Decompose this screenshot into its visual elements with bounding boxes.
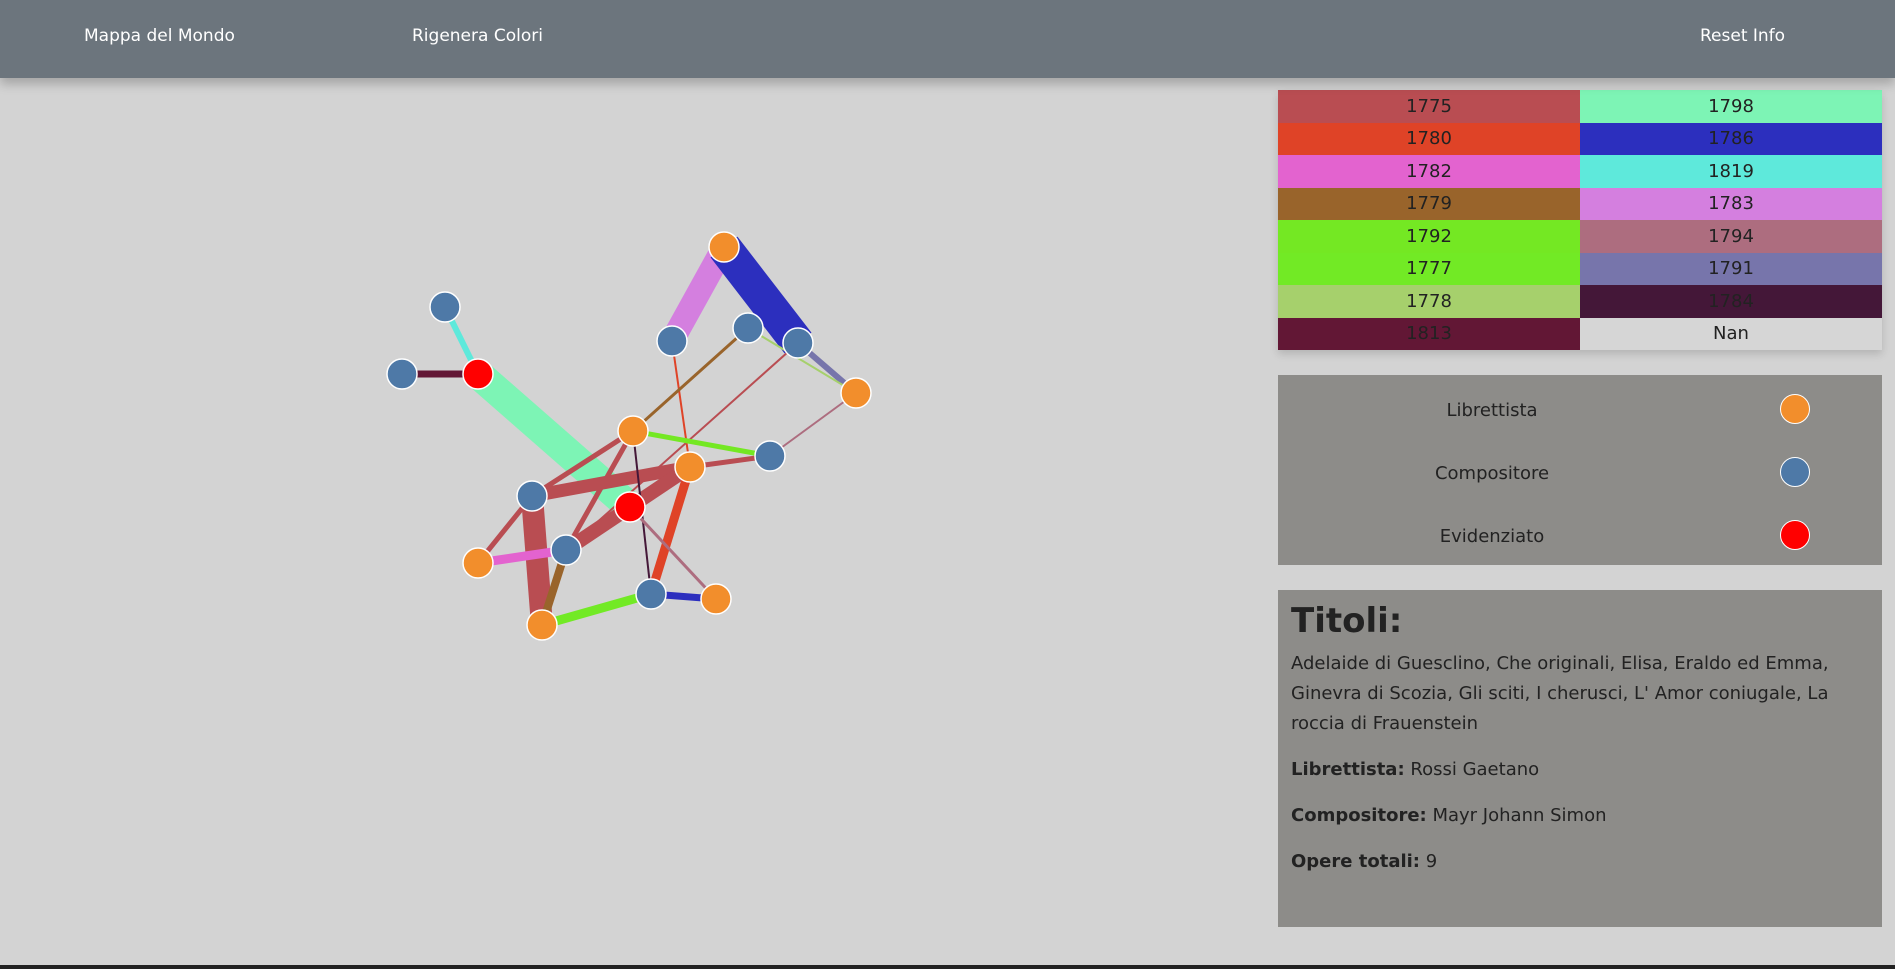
bottom-border	[0, 965, 1895, 969]
info-titles: Adelaide di Guesclino, Che originali, El…	[1291, 653, 1829, 735]
opere-label: Opere totali:	[1291, 851, 1421, 873]
graph-link	[540, 589, 653, 630]
graph-node-evidenziato[interactable]	[614, 491, 646, 523]
year-cell: 1780	[1278, 122, 1580, 155]
graph-node-librettista[interactable]	[617, 415, 649, 447]
year-row: 1782 1819	[1278, 155, 1882, 188]
librettista-value: Rossi Gaetano	[1410, 759, 1540, 781]
graph-node-compositore[interactable]	[754, 440, 786, 472]
graph-node-librettista[interactable]	[708, 231, 740, 263]
info-opere: Opere totali: 9	[1291, 847, 1869, 877]
year-cell: 1791	[1580, 252, 1882, 285]
graph-node-librettista[interactable]	[462, 547, 494, 579]
year-row: 1780 1786	[1278, 122, 1882, 155]
year-row: 1813 Nan	[1278, 317, 1882, 350]
year-row: 1792 1794	[1278, 220, 1882, 253]
year-cell: 1786	[1580, 122, 1882, 155]
graph-node-evidenziato[interactable]	[462, 358, 494, 390]
legend-row-librettista: Librettista	[1278, 390, 1882, 430]
year-cell: 1798	[1580, 90, 1882, 123]
evidenziato-dot-icon	[1780, 520, 1810, 550]
graph-node-compositore[interactable]	[732, 312, 764, 344]
year-cell: Nan	[1580, 317, 1882, 350]
librettista-label: Librettista:	[1291, 759, 1405, 781]
year-cell: 1813	[1278, 317, 1580, 350]
compositore-label: Compositore:	[1291, 805, 1427, 827]
graph-link	[521, 495, 553, 626]
opere-value: 9	[1425, 851, 1438, 873]
year-cell: 1783	[1580, 187, 1882, 220]
year-row: 1775 1798	[1278, 90, 1882, 123]
year-row: 1777 1791	[1278, 252, 1882, 285]
year-cell: 1792	[1278, 220, 1580, 253]
info-heading: Titoli:	[1291, 601, 1403, 641]
graph-node-compositore[interactable]	[656, 325, 688, 357]
graph-node-librettista[interactable]	[840, 377, 872, 409]
year-cell: 1777	[1278, 252, 1580, 285]
nav-map-link[interactable]: Mappa del Mondo	[84, 26, 235, 46]
info-librettista: Librettista: Rossi Gaetano	[1291, 755, 1869, 785]
legend-label-evidenziato: Evidenziato	[1439, 526, 1545, 547]
nav-regenerate-colors-link[interactable]: Rigenera Colori	[412, 26, 543, 46]
graph-node-librettista[interactable]	[526, 609, 558, 641]
year-row: 1778 1784	[1278, 285, 1882, 318]
nav-reset-info-link[interactable]: Reset Info	[1700, 26, 1785, 46]
graph-node-librettista[interactable]	[700, 583, 732, 615]
graph-node-compositore[interactable]	[386, 358, 418, 390]
year-cell: 1819	[1580, 155, 1882, 188]
graph-node-compositore[interactable]	[429, 291, 461, 323]
navbar: Mappa del Mondo Rigenera Colori Reset In…	[0, 0, 1895, 78]
graph-link	[631, 326, 750, 433]
graph-link	[769, 392, 857, 457]
compositore-dot-icon	[1780, 457, 1810, 487]
legend-label-compositore: Compositore	[1434, 463, 1550, 484]
role-legend: Librettista Compositore Evidenziato	[1278, 375, 1882, 565]
graph-node-compositore[interactable]	[635, 578, 667, 610]
compositore-value: Mayr Johann Simon	[1432, 805, 1607, 827]
year-cell: 1784	[1580, 285, 1882, 318]
year-cell: 1794	[1580, 220, 1882, 253]
year-row: 1779 1783	[1278, 187, 1882, 220]
librettista-dot-icon	[1780, 394, 1810, 424]
year-cell: 1775	[1278, 90, 1580, 123]
year-cell: 1778	[1278, 285, 1580, 318]
legend-row-compositore: Compositore	[1278, 453, 1882, 493]
graph-node-compositore[interactable]	[782, 327, 814, 359]
graph-link	[632, 428, 771, 459]
year-cell: 1782	[1278, 155, 1580, 188]
info-compositore: Compositore: Mayr Johann Simon	[1291, 801, 1869, 831]
info-panel: Titoli: Adelaide di Guesclino, Che origi…	[1278, 590, 1882, 927]
legend-row-evidenziato: Evidenziato	[1278, 516, 1882, 556]
year-cell: 1779	[1278, 187, 1580, 220]
graph-node-compositore[interactable]	[550, 534, 582, 566]
graph-node-librettista[interactable]	[674, 451, 706, 483]
graph-node-compositore[interactable]	[516, 480, 548, 512]
legend-label-librettista: Librettista	[1446, 400, 1538, 421]
network-graph	[386, 231, 872, 641]
year-color-legend: 1775 1798 1780 1786 1782 1819 1779 1783 1792 1794…	[1278, 90, 1882, 350]
